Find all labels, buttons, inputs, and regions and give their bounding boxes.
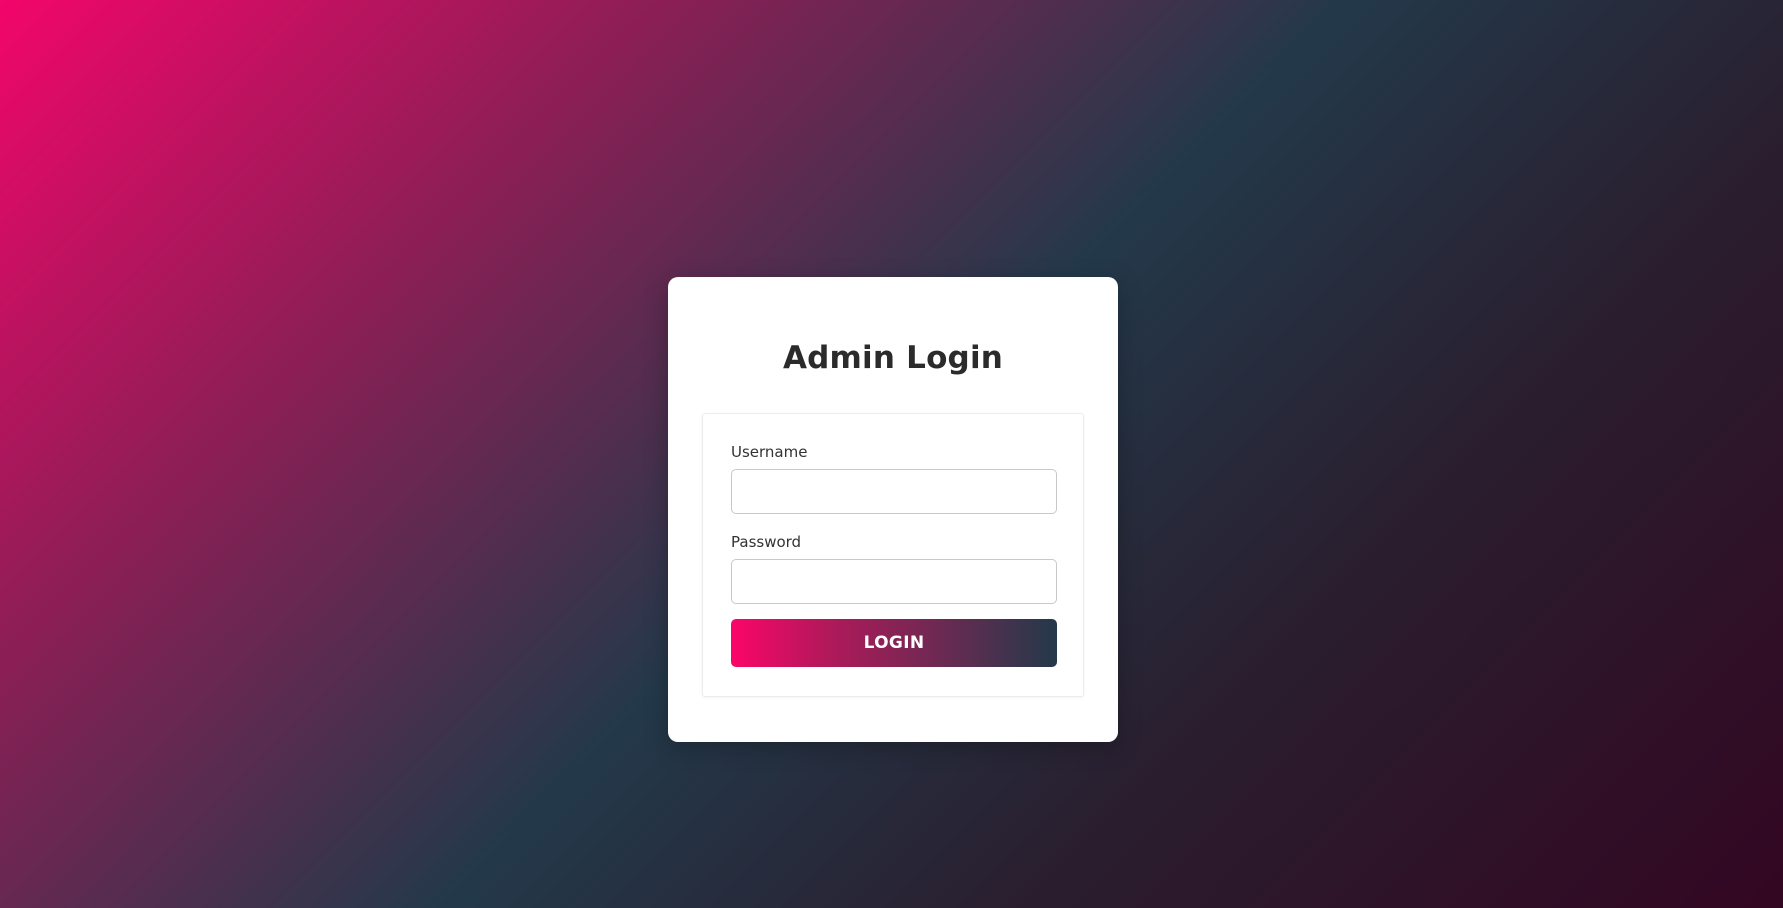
password-label: Password [731,533,802,551]
login-card: Admin Login Username Password LOGIN [668,277,1118,742]
username-input[interactable] [731,469,1057,514]
password-input[interactable] [731,559,1057,604]
login-form: Username Password LOGIN [702,413,1084,697]
login-button[interactable]: LOGIN [731,619,1057,667]
page-title: Admin Login [782,340,1004,376]
username-label: Username [731,443,808,461]
